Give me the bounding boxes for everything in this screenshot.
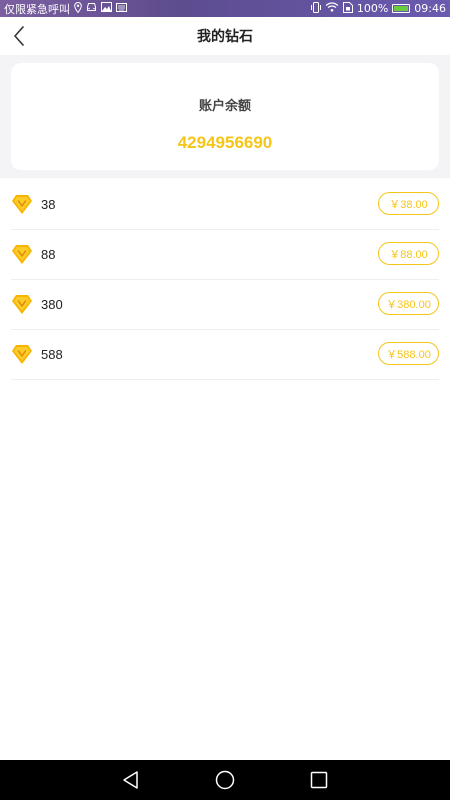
diamond-icon (11, 343, 33, 365)
status-bar: 仅限紧急呼叫 100% 09:46 (0, 0, 450, 17)
nav-home-icon[interactable] (213, 768, 237, 792)
battery-percent: 100% (356, 2, 389, 15)
diamond-amount: 38 (41, 197, 56, 212)
diamond-amount: 588 (41, 347, 63, 362)
diamond-icon (11, 193, 33, 215)
diamond-icon (11, 243, 33, 265)
nav-recents-icon[interactable] (307, 768, 331, 792)
price-button[interactable]: ￥380.00 (378, 292, 439, 315)
price-button[interactable]: ￥588.00 (378, 342, 439, 365)
system-nav-bar (0, 760, 450, 800)
sim-icon (342, 1, 353, 16)
diamond-package-list: 38 ￥38.00 88 ￥88.00 380 ￥380.00 588 ￥588… (0, 180, 450, 380)
vibrate-icon (310, 1, 321, 16)
balance-value: 4294956690 (177, 133, 273, 152)
list-item: 588 ￥588.00 (0, 330, 450, 380)
price-button[interactable]: ￥38.00 (378, 192, 439, 215)
diamond-amount: 88 (41, 247, 56, 262)
list-item: 88 ￥88.00 (0, 230, 450, 280)
balance-label: 账户余额 (198, 99, 251, 114)
back-arrow-icon[interactable] (6, 23, 32, 49)
wifi-icon (325, 2, 339, 15)
app-header: 我的钻石 (0, 17, 450, 55)
list-item: 380 ￥380.00 (0, 280, 450, 330)
list-item: 38 ￥38.00 (0, 180, 450, 230)
price-button[interactable]: ￥88.00 (378, 242, 439, 265)
car-icon (86, 2, 97, 15)
image-icon (101, 2, 112, 15)
divider (11, 379, 439, 380)
nav-back-icon[interactable] (119, 768, 143, 792)
keyboard-icon (116, 2, 127, 15)
balance-card: 账户余额 4294956690 (11, 63, 439, 170)
battery-icon (392, 4, 411, 13)
carrier-text: 仅限紧急呼叫 (4, 2, 70, 16)
page-title: 我的钻石 (197, 29, 253, 45)
status-bar-left: 仅限紧急呼叫 (4, 1, 127, 17)
location-icon (74, 1, 82, 16)
clock: 09:46 (414, 2, 446, 15)
status-bar-right: 100% 09:46 (310, 1, 446, 16)
diamond-amount: 380 (41, 297, 63, 312)
diamond-icon (11, 293, 33, 315)
